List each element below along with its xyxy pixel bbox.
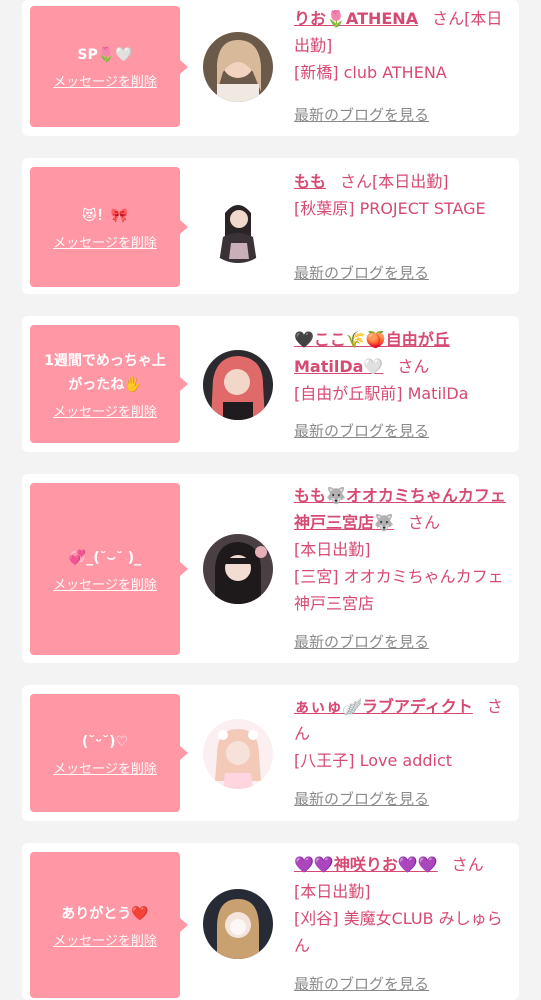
message-card: (˘ᵕ˘)♡ メッセージを削除 ぁぃゅ🪽ラブアディクト さん [八王子] Love… — [22, 685, 519, 821]
message-card: SP🌷🤍 メッセージを削除 りお🌷ATHENA さん[本日出勤] [新橋] clu… — [22, 0, 519, 136]
avatar[interactable] — [203, 193, 273, 263]
latest-blog-link[interactable]: 最新のブログを見る — [294, 973, 429, 994]
honorific: さん — [451, 855, 484, 874]
shop-text: [刈谷] 美魔女CLUB みしゅらん — [294, 909, 503, 955]
avatar[interactable] — [203, 889, 273, 959]
message-text: 1週間でめっちゃ上がったね🖐 — [44, 352, 166, 393]
shop-text: [三宮] オオカミちゃんカフェ神戸三宮店 — [294, 567, 504, 613]
avatar[interactable] — [203, 32, 273, 102]
latest-blog-link[interactable]: 最新のブログを見る — [294, 104, 429, 125]
cast-info: 🖤ここ🌾🍑自由が丘MatilDa🤍 さん [自由が丘駅前] MatilDa — [294, 326, 509, 407]
cast-name-link[interactable]: もも🐺オオカミちゃんカフェ神戸三宮店🐺 — [294, 486, 506, 532]
message-bubble: (˘ᵕ˘)♡ メッセージを削除 — [30, 694, 188, 812]
message-bubble: SP🌷🤍 メッセージを削除 — [30, 6, 188, 127]
message-text: 😻！🎀 — [81, 207, 129, 224]
shop-text: [八王子] Love addict — [294, 751, 453, 770]
delete-message-link[interactable]: メッセージを削除 — [53, 758, 157, 777]
message-card: ありがとう❤️ メッセージを削除 💜💜神咲りお💜💜 さん [本日出勤] [刈谷] … — [22, 843, 519, 1000]
message-text: SP🌷🤍 — [77, 47, 133, 63]
message-text: (˘ᵕ˘)♡ — [81, 733, 129, 750]
message-bubble: 💞_(˘⌣˘ )_ メッセージを削除 — [30, 483, 188, 655]
avatar[interactable] — [203, 719, 273, 789]
status-text: [本日出勤] — [294, 882, 371, 901]
message-text: 💞_(˘⌣˘ )_ — [68, 549, 142, 566]
latest-blog-link[interactable]: 最新のブログを見る — [294, 262, 429, 283]
delete-message-link[interactable]: メッセージを削除 — [53, 574, 157, 593]
cast-info: もも🐺オオカミちゃんカフェ神戸三宮店🐺 さん [本日出勤] [三宮] オオカミちゃ… — [294, 482, 509, 617]
message-card: 1週間でめっちゃ上がったね🖐 メッセージを削除 🖤ここ🌾🍑自由が丘MatilDa… — [22, 316, 519, 452]
cast-name-link[interactable]: もも — [294, 172, 326, 191]
shop-text: [自由が丘駅前] MatilDa — [294, 384, 469, 403]
cast-info: りお🌷ATHENA さん[本日出勤] [新橋] club ATHENA — [294, 5, 509, 86]
avatar[interactable] — [203, 534, 273, 604]
delete-message-link[interactable]: メッセージを削除 — [53, 401, 157, 420]
message-bubble: 1週間でめっちゃ上がったね🖐 メッセージを削除 — [30, 325, 188, 443]
honorific: さん — [432, 9, 465, 28]
message-text: ありがとう❤️ — [61, 905, 149, 922]
latest-blog-link[interactable]: 最新のブログを見る — [294, 420, 429, 441]
latest-blog-link[interactable]: 最新のブログを見る — [294, 788, 429, 809]
cast-info: 💜💜神咲りお💜💜 さん [本日出勤] [刈谷] 美魔女CLUB みしゅらん — [294, 851, 509, 959]
message-bubble: 😻！🎀 メッセージを削除 — [30, 167, 188, 287]
message-bubble: ありがとう❤️ メッセージを削除 — [30, 852, 188, 998]
shop-text: [新橋] club ATHENA — [294, 63, 447, 82]
delete-message-link[interactable]: メッセージを削除 — [53, 232, 157, 251]
shop-text: [秋葉原] PROJECT STAGE — [294, 199, 486, 218]
cast-name-link[interactable]: りお🌷ATHENA — [294, 9, 418, 28]
honorific: さん — [340, 172, 373, 191]
honorific: さん — [407, 513, 440, 532]
avatar[interactable] — [203, 350, 273, 420]
cast-info: ぁぃゅ🪽ラブアディクト さん [八王子] Love addict — [294, 693, 509, 774]
delete-message-link[interactable]: メッセージを削除 — [53, 71, 157, 90]
cast-name-link[interactable]: ぁぃゅ🪽ラブアディクト — [294, 697, 473, 716]
status-text: [本日出勤] — [294, 540, 371, 559]
message-card: 😻！🎀 メッセージを削除 もも さん[本日出勤] [秋葉原] PROJECT ST… — [22, 158, 519, 294]
delete-message-link[interactable]: メッセージを削除 — [53, 930, 157, 949]
message-card: 💞_(˘⌣˘ )_ メッセージを削除 もも🐺オオカミちゃんカフェ神戸三宮店🐺 さん… — [22, 474, 519, 663]
cast-name-link[interactable]: 💜💜神咲りお💜💜 — [294, 855, 438, 874]
status-text: [本日出勤] — [372, 172, 449, 191]
honorific: さん — [397, 357, 430, 376]
latest-blog-link[interactable]: 最新のブログを見る — [294, 631, 429, 652]
cast-info: もも さん[本日出勤] [秋葉原] PROJECT STAGE — [294, 168, 509, 222]
